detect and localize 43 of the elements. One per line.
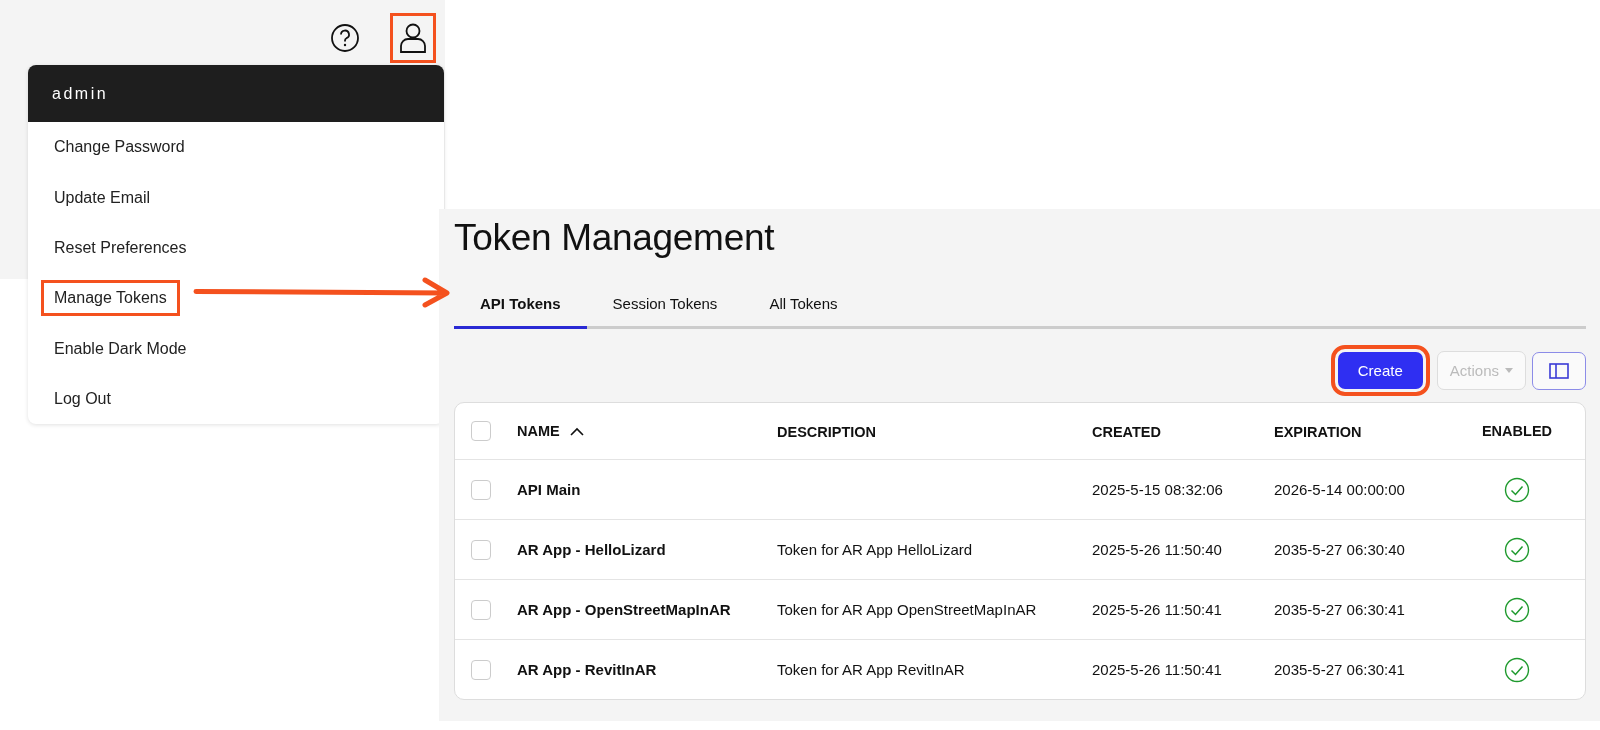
profile-button[interactable] <box>390 13 436 63</box>
table-cell: AR App - OpenStreetMapInAR <box>517 601 731 618</box>
table-cell: 2035-5-27 06:30:40 <box>1274 541 1405 558</box>
page-title: Token Management <box>454 217 776 259</box>
table-cell: Token for AR App HelloLizard <box>777 541 973 558</box>
row-checkbox[interactable] <box>471 599 491 620</box>
column-header[interactable]: NAME <box>517 423 560 439</box>
user-name: admin <box>52 84 109 103</box>
menu-item[interactable]: Change Password <box>41 129 198 166</box>
menu-item[interactable]: Manage Tokens <box>41 280 180 317</box>
menu-item[interactable]: Log Out <box>41 381 124 418</box>
table-cell: 2026-5-14 00:00:00 <box>1274 481 1405 498</box>
menu-item[interactable]: Enable Dark Mode <box>41 330 200 367</box>
table-cell: 2025-5-15 08:32:06 <box>1092 481 1223 498</box>
table-cell: 2035-5-27 06:30:41 <box>1274 601 1405 618</box>
row-checkbox[interactable] <box>471 479 491 500</box>
table-cell: AR App - RevitInAR <box>517 661 657 678</box>
help-icon <box>330 23 360 53</box>
table-cell: API Main <box>517 481 581 498</box>
caret-icon <box>1505 368 1513 373</box>
tab[interactable]: API Tokens <box>454 287 587 329</box>
menu-item[interactable]: Update Email <box>41 179 164 216</box>
table-cell: 2025-5-26 11:50:41 <box>1092 661 1222 678</box>
column-header[interactable]: DESCRIPTION <box>777 423 877 440</box>
menu-item[interactable]: Reset Preferences <box>41 229 200 266</box>
column-header[interactable]: EXPIRATION <box>1274 423 1362 440</box>
columns-button[interactable] <box>1532 351 1586 390</box>
column-header[interactable]: ENABLED <box>1481 423 1553 439</box>
sort-ascending-icon[interactable] <box>569 426 584 436</box>
row-checkbox[interactable] <box>471 539 491 560</box>
table-cell: 2025-5-26 11:50:40 <box>1092 541 1222 558</box>
user-icon <box>399 22 427 54</box>
table-cell: 2025-5-26 11:50:41 <box>1092 601 1222 618</box>
tab[interactable]: Session Tokens <box>586 287 744 329</box>
table-cell: Token for AR App RevitInAR <box>777 661 965 678</box>
columns-icon <box>1549 362 1569 379</box>
row-checkbox[interactable] <box>471 659 491 680</box>
table-cell: 2035-5-27 06:30:41 <box>1274 661 1405 678</box>
table-cell: Token for AR App OpenStreetMapInAR <box>777 601 1037 618</box>
column-header[interactable]: CREATED <box>1092 423 1161 440</box>
tab[interactable]: All Tokens <box>743 287 864 329</box>
table-cell: AR App - HelloLizard <box>517 541 666 558</box>
select-all-checkbox[interactable] <box>471 421 491 441</box>
